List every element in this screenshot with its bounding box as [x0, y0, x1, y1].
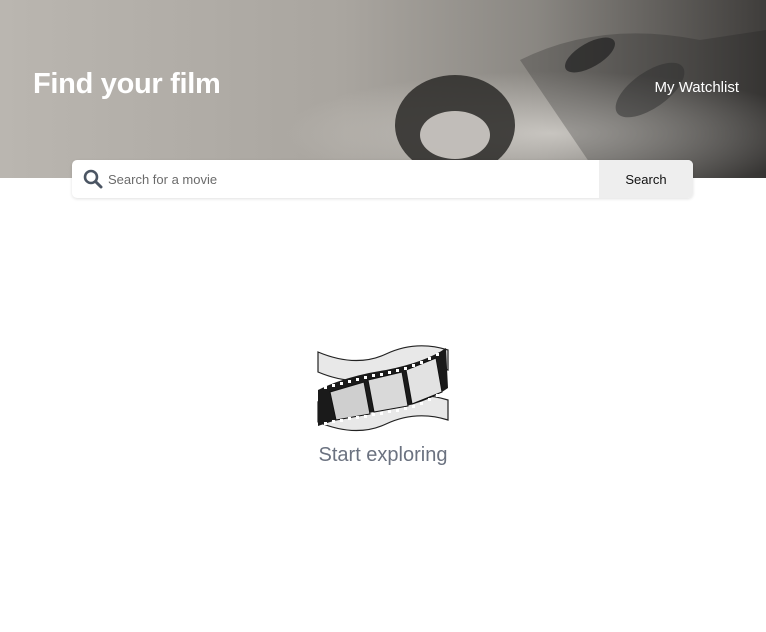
- search-button[interactable]: Search: [599, 160, 693, 198]
- search-input[interactable]: [108, 160, 599, 198]
- page: Find your film My Watchlist Search for a…: [0, 0, 766, 632]
- hero-header: Find your film My Watchlist: [0, 0, 766, 178]
- empty-state-label: Start exploring: [318, 444, 448, 466]
- my-watchlist-link[interactable]: My Watchlist: [655, 79, 739, 96]
- empty-state: Start exploring: [0, 340, 766, 467]
- page-title: Find your film: [33, 68, 221, 100]
- search-bar: Search: [72, 160, 693, 198]
- film-reel-icon: [317, 345, 449, 432]
- search-icon: [72, 160, 108, 198]
